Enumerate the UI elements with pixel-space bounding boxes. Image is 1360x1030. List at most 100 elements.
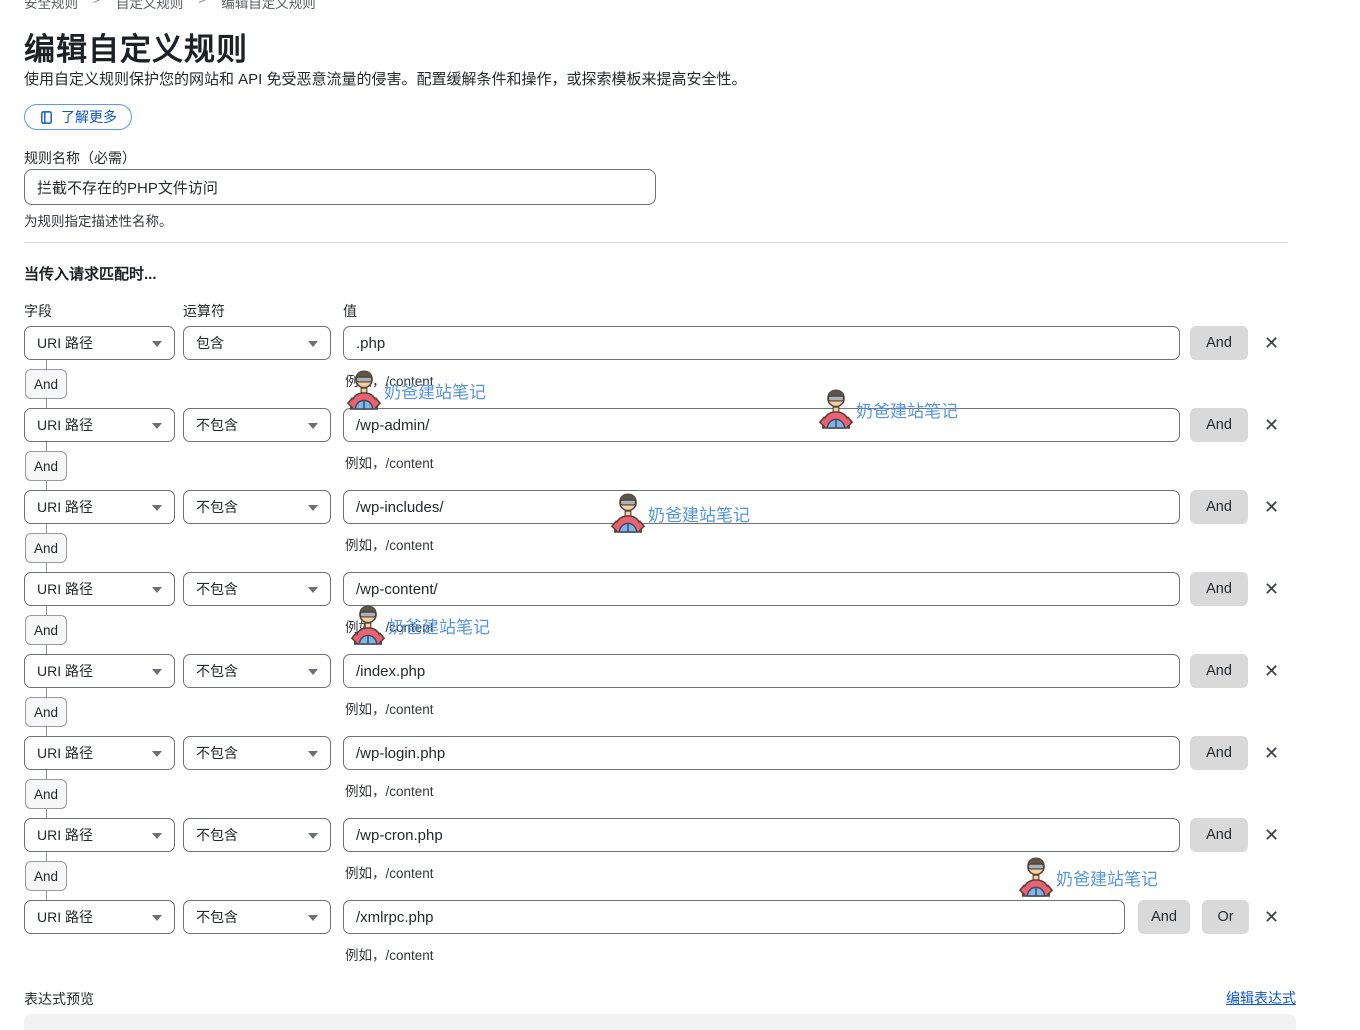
value-example: 例如，/content	[345, 698, 434, 718]
add-and-button[interactable]: And	[1190, 490, 1248, 524]
value-input[interactable]	[343, 572, 1180, 606]
edit-custom-rule-page: 安全规则 > 自定义规则 > 编辑自定义规则 编辑自定义规则 使用自定义规则保护…	[0, 0, 1360, 1030]
chevron-down-icon	[152, 587, 162, 593]
condition-row: URI 路径 不包含 例如，/content And ✕	[0, 736, 1360, 802]
book-icon	[39, 110, 54, 125]
field-select[interactable]: URI 路径	[24, 572, 175, 606]
and-connector: And	[0, 524, 120, 572]
field-select[interactable]: URI 路径	[24, 736, 175, 770]
operator-select[interactable]: 不包含	[183, 818, 331, 852]
add-and-button[interactable]: And	[1138, 900, 1190, 934]
chevron-down-icon	[152, 833, 162, 839]
operator-select[interactable]: 不包含	[183, 572, 331, 606]
chevron-down-icon	[308, 833, 318, 839]
connector-and-button[interactable]: And	[25, 861, 67, 891]
value-input[interactable]	[343, 408, 1180, 442]
connector-and-button[interactable]: And	[25, 779, 67, 809]
remove-condition-button[interactable]: ✕	[1262, 905, 1281, 929]
field-select[interactable]: URI 路径	[24, 490, 175, 524]
remove-condition-button[interactable]: ✕	[1262, 413, 1281, 437]
edit-expression-link[interactable]: 编辑表达式	[1226, 988, 1296, 1008]
condition-row: URI 路径 包含 例如，/content And ✕	[0, 326, 1360, 392]
rule-name-label: 规则名称（必需）	[24, 148, 136, 168]
condition-row: URI 路径 不包含 例如，/content And ✕	[0, 572, 1360, 638]
chevron-down-icon	[308, 587, 318, 593]
and-connector: And	[0, 606, 120, 654]
section-divider	[24, 242, 1288, 243]
remove-condition-button[interactable]: ✕	[1262, 331, 1281, 355]
field-select[interactable]: URI 路径	[24, 900, 175, 934]
page-title: 编辑自定义规则	[24, 24, 248, 69]
and-connector: And	[0, 442, 120, 490]
connector-and-button[interactable]: And	[25, 533, 67, 563]
value-example: 例如，/content	[345, 780, 434, 800]
value-input[interactable]	[343, 490, 1180, 524]
and-connector: And	[0, 688, 120, 736]
value-example: 例如，/content	[345, 862, 434, 882]
connector-and-button[interactable]: And	[25, 451, 67, 481]
and-connector: And	[0, 852, 120, 900]
breadcrumb-current: 编辑自定义规则	[221, 0, 316, 12]
remove-condition-button[interactable]: ✕	[1262, 823, 1281, 847]
remove-condition-button[interactable]: ✕	[1262, 741, 1281, 765]
page-description: 使用自定义规则保护您的网站和 API 免受恶意流量的侵害。配置缓解条件和操作，或…	[24, 68, 747, 89]
breadcrumb-security-rules[interactable]: 安全规则	[24, 0, 78, 12]
and-connector: And	[0, 770, 120, 818]
chevron-down-icon	[152, 423, 162, 429]
chevron-down-icon	[308, 423, 318, 429]
value-input[interactable]	[343, 818, 1180, 852]
chevron-down-icon	[308, 341, 318, 347]
rule-name-helper: 为规则指定描述性名称。	[24, 210, 173, 230]
add-or-button[interactable]: Or	[1202, 900, 1249, 934]
rule-name-input[interactable]	[24, 169, 656, 205]
condition-row: URI 路径 不包含 例如，/content And ✕	[0, 818, 1360, 884]
breadcrumb-separator: >	[198, 0, 206, 12]
value-input[interactable]	[343, 736, 1180, 770]
column-header-value: 值	[343, 301, 357, 321]
remove-condition-button[interactable]: ✕	[1262, 495, 1281, 519]
add-and-button[interactable]: And	[1190, 572, 1248, 606]
remove-condition-button[interactable]: ✕	[1262, 577, 1281, 601]
operator-select[interactable]: 不包含	[183, 900, 331, 934]
learn-more-label: 了解更多	[61, 107, 117, 127]
add-and-button[interactable]: And	[1190, 654, 1248, 688]
chevron-down-icon	[152, 669, 162, 675]
and-connector: And	[0, 360, 120, 408]
field-select[interactable]: URI 路径	[24, 818, 175, 852]
connector-and-button[interactable]: And	[25, 369, 67, 399]
operator-select[interactable]: 包含	[183, 326, 331, 360]
value-example: 例如，/content	[345, 944, 434, 964]
chevron-down-icon	[308, 751, 318, 757]
connector-and-button[interactable]: And	[25, 697, 67, 727]
remove-condition-button[interactable]: ✕	[1262, 659, 1281, 683]
value-example: 例如，/content	[345, 534, 434, 554]
value-example: 例如，/content	[345, 616, 434, 636]
chevron-down-icon	[152, 341, 162, 347]
operator-select[interactable]: 不包含	[183, 736, 331, 770]
add-and-button[interactable]: And	[1190, 818, 1248, 852]
breadcrumb-separator: >	[93, 0, 101, 12]
breadcrumb-custom-rules[interactable]: 自定义规则	[116, 0, 184, 12]
value-input[interactable]	[343, 654, 1180, 688]
breadcrumb: 安全规则 > 自定义规则 > 编辑自定义规则	[24, 0, 316, 12]
field-select[interactable]: URI 路径	[24, 654, 175, 688]
add-and-button[interactable]: And	[1190, 736, 1248, 770]
operator-select[interactable]: 不包含	[183, 654, 331, 688]
value-input[interactable]	[343, 900, 1125, 934]
field-select[interactable]: URI 路径	[24, 408, 175, 442]
value-input[interactable]	[343, 326, 1180, 360]
chevron-down-icon	[152, 751, 162, 757]
connector-and-button[interactable]: And	[25, 615, 67, 645]
add-and-button[interactable]: And	[1190, 326, 1248, 360]
condition-row: URI 路径 不包含 例如，/content And Or ✕	[0, 900, 1360, 966]
add-and-button[interactable]: And	[1190, 408, 1248, 442]
operator-select[interactable]: 不包含	[183, 408, 331, 442]
column-header-operator: 运算符	[183, 301, 225, 321]
field-select[interactable]: URI 路径	[24, 326, 175, 360]
chevron-down-icon	[152, 505, 162, 511]
expression-preview-box	[24, 1014, 1296, 1030]
matcher-section-title: 当传入请求匹配时...	[24, 263, 157, 284]
expression-preview-label: 表达式预览	[24, 989, 94, 1009]
learn-more-button[interactable]: 了解更多	[24, 104, 132, 130]
operator-select[interactable]: 不包含	[183, 490, 331, 524]
